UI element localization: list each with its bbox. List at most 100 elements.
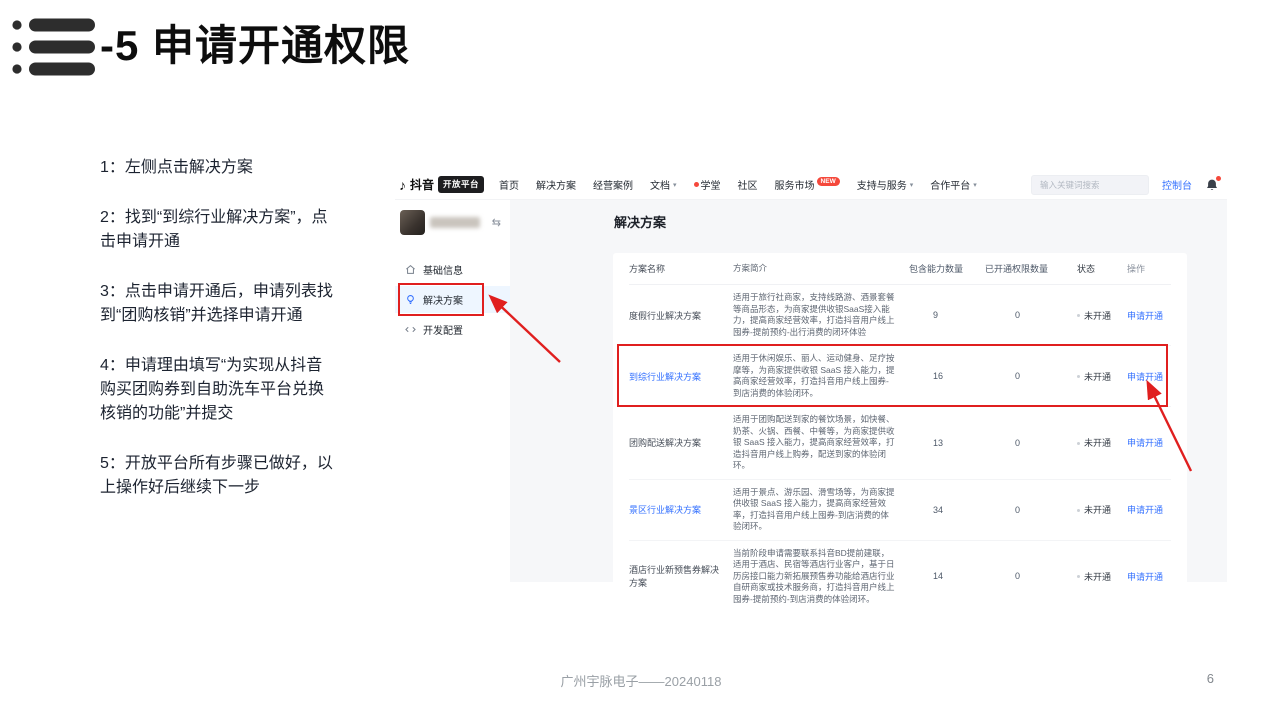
home-icon — [405, 264, 416, 275]
status-cell: 未开通 — [1077, 503, 1127, 516]
status-label: 未开通 — [1084, 311, 1111, 321]
opened-count: 0 — [985, 571, 1077, 581]
ability-count: 9 — [909, 310, 985, 320]
apply-button[interactable]: 申请开通 — [1127, 505, 1163, 515]
notification-bell-icon[interactable] — [1205, 178, 1219, 192]
plan-name[interactable]: 景区行业解决方案 — [629, 505, 701, 515]
nav-item-docs[interactable]: 文档 ▾ — [650, 177, 677, 192]
ability-count: 14 — [909, 571, 985, 581]
plan-name: 团购配送解决方案 — [629, 438, 701, 448]
navbar-right: 控制台 — [1031, 175, 1219, 195]
switch-account-icon[interactable]: ⇆ — [492, 216, 504, 229]
douyin-note-icon: ♪ — [399, 177, 406, 193]
nav-item-community[interactable]: 社区 ▾ — [738, 177, 758, 192]
status-label: 未开通 — [1084, 572, 1111, 582]
brand-name: 抖音 — [410, 176, 434, 193]
slide-footer: 广州宇脉电子——20240118 — [0, 671, 1282, 690]
nav-item-service-market[interactable]: 服务市场 ▾ NEW — [775, 177, 840, 192]
sidebar-item-solutions[interactable]: 解决方案 — [395, 286, 510, 313]
nav-item-cases[interactable]: 经营案例 ▾ — [593, 177, 633, 192]
ability-count: 34 — [909, 505, 985, 515]
status-dot-icon — [1077, 375, 1080, 378]
table-row: 酒店行业新预售券解决方案 当前阶段申请需要联系抖音BD提前建联，适用于酒店、民宿… — [629, 541, 1171, 613]
page-title: -5 申请开通权限 — [100, 12, 410, 73]
new-badge: NEW — [817, 177, 840, 186]
plan-name-cell: 到综行业解决方案 — [629, 370, 733, 383]
plan-name: 度假行业解决方案 — [629, 311, 701, 321]
table-row: 景区行业解决方案 适用于景点、游乐园、滑雪场等，为商家提供收银 SaaS 接入能… — [629, 480, 1171, 541]
ability-count: 16 — [909, 371, 985, 381]
list-bullets-icon — [12, 16, 98, 78]
sidebar-item-basic-info[interactable]: 基础信息 — [395, 256, 510, 283]
instruction-step: 5：开放平台所有步骤已做好，以上操作好后继续下一步 — [100, 452, 338, 500]
plan-intro: 适用于旅行社商家，支持线路游、酒景套餐等商品形态，为商家提供收银SaaS接入能力… — [733, 292, 909, 338]
platform-navbar: ♪ 抖音 开放平台 首页 ▾ 解决方案 ▾ 经营案例 ▾ 文档 ▾ 学堂 ▾ 社… — [395, 170, 1227, 200]
brand-logo[interactable]: ♪ 抖音 开放平台 — [399, 176, 484, 193]
plan-name-cell: 景区行业解决方案 — [629, 503, 733, 516]
action-cell: 申请开通 — [1127, 370, 1171, 383]
status-label: 未开通 — [1084, 372, 1111, 382]
plan-name[interactable]: 到综行业解决方案 — [629, 372, 701, 382]
notification-dot — [1216, 176, 1221, 181]
nav-item-home[interactable]: 首页 ▾ — [499, 177, 519, 192]
censored-username — [430, 217, 480, 228]
table-body: 度假行业解决方案 适用于旅行社商家，支持线路游、酒景套餐等商品形态，为商家提供收… — [629, 285, 1171, 612]
table-row: 度假行业解决方案 适用于旅行社商家，支持线路游、酒景套餐等商品形态，为商家提供收… — [629, 285, 1171, 346]
search-box[interactable] — [1031, 175, 1149, 195]
sidebar-menu: 基础信息 解决方案 开发配置 — [395, 256, 510, 343]
status-cell: 未开通 — [1077, 570, 1127, 583]
action-cell: 申请开通 — [1127, 436, 1171, 449]
platform-sidebar: ⇆ 基础信息 解决方案 开发配置 — [395, 200, 510, 582]
platform-body: ⇆ 基础信息 解决方案 开发配置 解决方案 方案名称方案简介包含能力数量已开通权… — [395, 200, 1227, 582]
platform-main: 解决方案 方案名称方案简介包含能力数量已开通权限数量状态操作 度假行业解决方案 … — [510, 200, 1227, 582]
console-link[interactable]: 控制台 — [1162, 177, 1192, 192]
nav-item-school[interactable]: 学堂 ▾ — [694, 177, 721, 192]
plan-intro: 适用于团购配送到家的餐饮场景，如快餐、奶茶、火锅、西餐、中餐等，为商家提供收银 … — [733, 414, 909, 472]
search-input[interactable] — [1040, 180, 1151, 190]
apply-button[interactable]: 申请开通 — [1127, 438, 1163, 448]
table-row: 团购配送解决方案 适用于团购配送到家的餐饮场景，如快餐、奶茶、火锅、西餐、中餐等… — [629, 407, 1171, 480]
instruction-step: 3：点击申请开通后，申请列表找到“团购核销”并选择申请开通 — [100, 280, 338, 328]
opened-count: 0 — [985, 371, 1077, 381]
apply-button[interactable]: 申请开通 — [1127, 572, 1163, 582]
platform-screenshot: ♪ 抖音 开放平台 首页 ▾ 解决方案 ▾ 经营案例 ▾ 文档 ▾ 学堂 ▾ 社… — [395, 170, 1227, 582]
nav-item-solutions[interactable]: 解决方案 ▾ — [536, 177, 576, 192]
instruction-step: 1：左侧点击解决方案 — [100, 156, 338, 180]
apply-button[interactable]: 申请开通 — [1127, 311, 1163, 321]
instruction-step: 4：申请理由填写“为实现从抖音购买团购券到自助洗车平台兑换核销的功能”并提交 — [100, 354, 338, 426]
opened-count: 0 — [985, 505, 1077, 515]
status-label: 未开通 — [1084, 505, 1111, 515]
status-dot-icon — [1077, 509, 1080, 512]
apply-button[interactable]: 申请开通 — [1127, 372, 1163, 382]
code-icon — [405, 324, 416, 335]
plan-name-cell: 度假行业解决方案 — [629, 309, 733, 322]
opened-count: 0 — [985, 310, 1077, 320]
status-dot-icon — [1077, 442, 1080, 445]
chevron-down-icon: ▾ — [973, 181, 977, 189]
opened-count: 0 — [985, 438, 1077, 448]
action-cell: 申请开通 — [1127, 503, 1171, 516]
plan-intro: 当前阶段申请需要联系抖音BD提前建联，适用于酒店、民宿等酒店行业客户，基于日历房… — [733, 548, 909, 606]
column-header: 状态 — [1077, 262, 1127, 275]
status-dot-icon — [1077, 314, 1080, 317]
sidebar-item-dev-config[interactable]: 开发配置 — [395, 316, 510, 343]
nav-item-support[interactable]: 支持与服务 ▾ — [857, 177, 914, 192]
plan-intro: 适用于景点、游乐园、滑雪场等，为商家提供收银 SaaS 接入能力，提高商家经营效… — [733, 487, 909, 533]
instruction-list: 1：左侧点击解决方案2：找到“到综行业解决方案”，点击申请开通3：点击申请开通后… — [100, 156, 338, 526]
profile-block: ⇆ — [395, 206, 510, 239]
plan-name-cell: 团购配送解决方案 — [629, 436, 733, 449]
slide-page-number: 6 — [1207, 671, 1214, 686]
nav-item-partner[interactable]: 合作平台 ▾ — [930, 177, 977, 192]
chevron-down-icon: ▾ — [910, 181, 914, 189]
column-header: 已开通权限数量 — [985, 262, 1077, 275]
action-cell: 申请开通 — [1127, 309, 1171, 322]
table-header-row: 方案名称方案简介包含能力数量已开通权限数量状态操作 — [629, 253, 1171, 285]
plan-intro: 适用于休闲娱乐、丽人、运动健身、足疗按摩等，为商家提供收银 SaaS 接入能力，… — [733, 353, 909, 399]
status-dot-icon — [1077, 575, 1080, 578]
column-header: 包含能力数量 — [909, 262, 985, 275]
content-title: 解决方案 — [614, 212, 666, 231]
nav-menu: 首页 ▾ 解决方案 ▾ 经营案例 ▾ 文档 ▾ 学堂 ▾ 社区 ▾ 服务市场 ▾… — [499, 177, 977, 192]
status-cell: 未开通 — [1077, 436, 1127, 449]
action-cell: 申请开通 — [1127, 570, 1171, 583]
solutions-card: 方案名称方案简介包含能力数量已开通权限数量状态操作 度假行业解决方案 适用于旅行… — [613, 253, 1187, 618]
